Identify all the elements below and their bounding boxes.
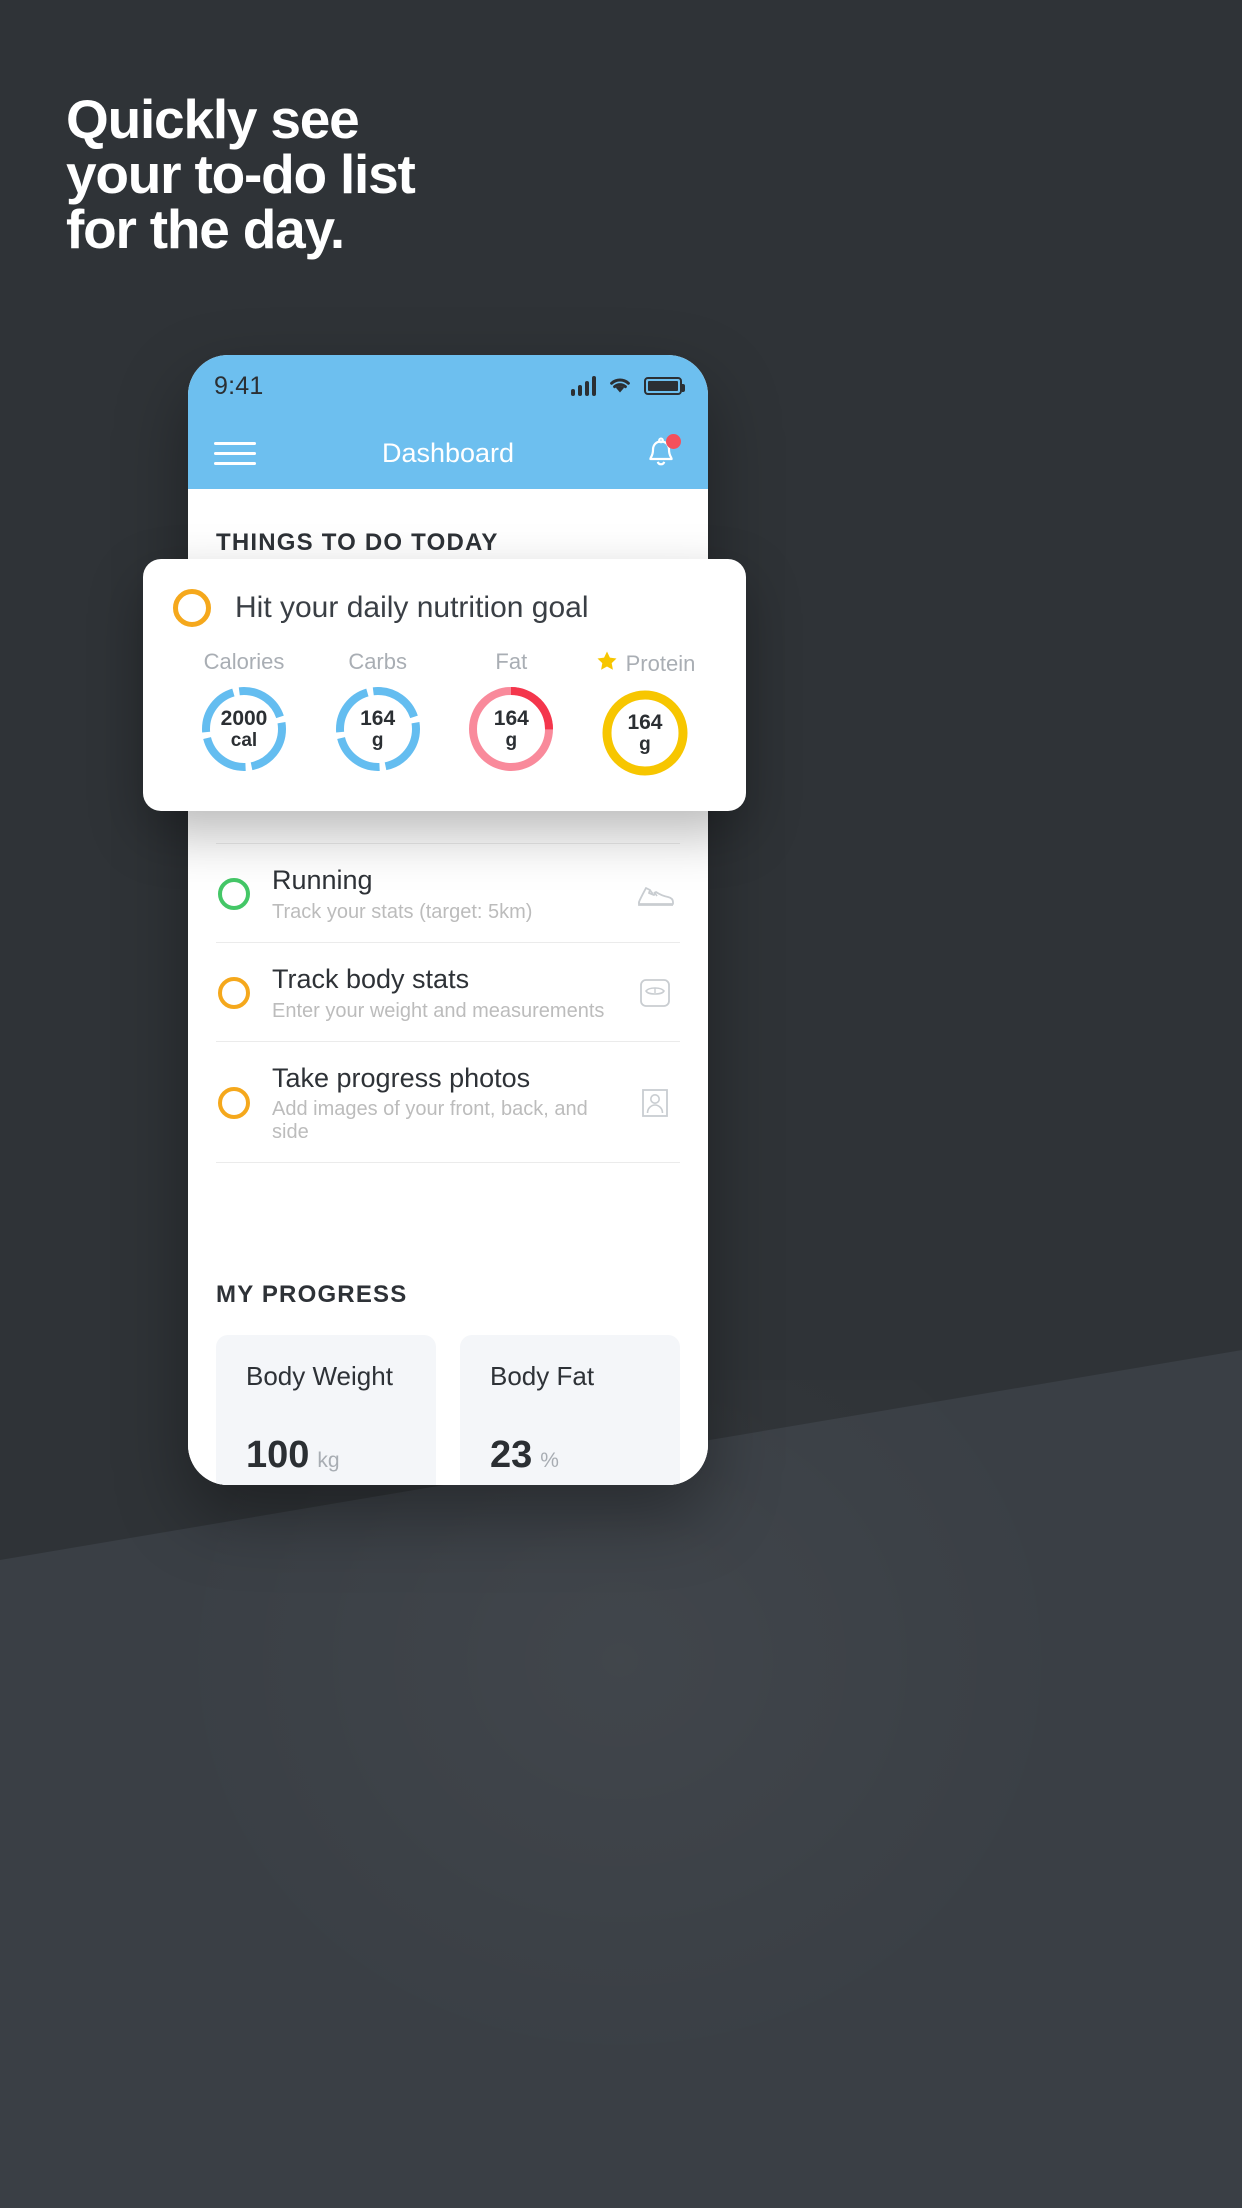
progress-card-unit: kg [317, 1449, 340, 1473]
page-title: Dashboard [381, 437, 515, 468]
macro-center: 2000 cal [196, 681, 292, 777]
wifi-icon [607, 374, 633, 399]
progress-card-body-weight[interactable]: Body Weight 100 kg [216, 1335, 436, 1485]
macro-unit: g [639, 734, 651, 756]
macro-value: 2000 [220, 706, 268, 730]
task-title: Track body stats [272, 963, 470, 994]
my-progress-heading: MY PROGRESS [216, 1281, 408, 1309]
progress-card-value-wrap: 23% [490, 1434, 559, 1477]
app-bar: Dashboard [188, 417, 708, 489]
task-subtitle: Enter your weight and measurements [272, 999, 605, 1022]
headline-line-2: your to-do list [66, 143, 416, 205]
macro-calories[interactable]: Calories 2000 cal [179, 649, 309, 781]
list-item[interactable]: Track body stats Enter your weight and m… [216, 941, 680, 1041]
task-title: Take progress photos [272, 1062, 531, 1093]
progress-card-value: 100 [246, 1434, 310, 1477]
status-icons [571, 374, 685, 399]
macro-progress-ring: 164 g [597, 685, 693, 781]
progress-card-value-wrap: 100 kg [246, 1434, 340, 1477]
nutrition-goal-card[interactable]: Hit your daily nutrition goal Calories 2… [143, 559, 746, 811]
progress-card-title: Body Fat [490, 1361, 595, 1392]
progress-card-unit: % [540, 1449, 559, 1473]
sparkline-chart [216, 1483, 436, 1485]
progress-card-title: Body Weight [246, 1361, 393, 1392]
macro-label-wrap: Calories [179, 649, 309, 675]
battery-icon [644, 377, 685, 395]
macro-center: 164 g [330, 681, 426, 777]
background-glow [160, 1380, 1080, 2080]
macro-fat[interactable]: Fat 164 g [446, 649, 576, 781]
nutrition-card-header: Hit your daily nutrition goal [173, 589, 716, 627]
task-title: Running [272, 865, 373, 895]
bathroom-scale-icon [632, 970, 678, 1016]
sparkline-chart [460, 1483, 680, 1485]
headline-line-3: for the day. [66, 198, 345, 260]
status-time: 9:41 [214, 371, 264, 400]
task-list: Running Track your stats (target: 5km) T… [216, 843, 680, 1164]
hamburger-icon[interactable] [214, 435, 256, 472]
status-bar: 9:41 [188, 355, 708, 417]
task-text: Track body stats Enter your weight and m… [272, 963, 610, 1023]
macro-label-wrap: Protein [580, 649, 710, 679]
macro-carbs[interactable]: Carbs 164 g [313, 649, 443, 781]
task-subtitle: Add images of your front, back, and side [272, 1098, 588, 1144]
list-item[interactable]: Running Track your stats (target: 5km) [216, 843, 680, 942]
macro-center: 164 g [597, 685, 693, 781]
macro-progress-ring: 2000 cal [196, 681, 292, 777]
macro-label-wrap: Carbs [313, 649, 443, 675]
macro-value: 164 [627, 710, 663, 734]
macro-unit: g [371, 730, 384, 752]
macro-label: Carbs [348, 649, 407, 674]
macro-value: 164 [493, 706, 529, 730]
task-text: Take progress photos Add images of your … [272, 1062, 610, 1145]
macro-progress-ring: 164 g [463, 681, 559, 777]
star-icon [595, 649, 619, 679]
macro-unit: g [505, 730, 518, 752]
macro-unit: cal [230, 730, 258, 752]
progress-card-body-fat[interactable]: Body Fat 23% [460, 1335, 680, 1485]
circle-check-icon[interactable] [173, 589, 211, 627]
notification-badge [666, 434, 681, 449]
phone-mockup: 9:41 Dashboard THINGS TO DO TODAY Runnin… [188, 355, 708, 1485]
task-check-icon[interactable] [218, 877, 250, 910]
task-check-icon[interactable] [218, 1086, 250, 1119]
macro-label-wrap: Fat [446, 649, 576, 675]
macro-center: 164 g [463, 681, 559, 777]
running-shoe-icon [632, 871, 678, 917]
task-check-icon[interactable] [218, 976, 250, 1009]
macro-value: 164 [360, 706, 396, 730]
things-to-do-heading: THINGS TO DO TODAY [216, 529, 499, 556]
page-headline: Quickly see your to-do list for the day. [66, 88, 416, 260]
person-photo-icon [632, 1080, 678, 1126]
macro-progress-ring: 164 g [330, 681, 426, 777]
bell-icon[interactable] [640, 432, 682, 474]
macro-ring-group: Calories 2000 cal Carbs 164 g Fat 164 g … [173, 649, 716, 781]
headline-line-1: Quickly see [66, 88, 360, 150]
macro-protein[interactable]: Protein 164 g [580, 649, 710, 781]
progress-cards: Body Weight 100 kg Body Fat 23% [216, 1335, 680, 1485]
macro-label: Protein [625, 651, 696, 676]
progress-card-value: 23 [490, 1434, 533, 1477]
list-item[interactable]: Take progress photos Add images of your … [216, 1040, 680, 1164]
macro-label: Fat [495, 649, 528, 674]
nutrition-card-title: Hit your daily nutrition goal [235, 591, 589, 624]
task-subtitle: Track your stats (target: 5km) [272, 900, 533, 923]
macro-label: Calories [203, 649, 285, 674]
task-text: Running Track your stats (target: 5km) [272, 864, 610, 924]
signal-icon [571, 376, 596, 396]
